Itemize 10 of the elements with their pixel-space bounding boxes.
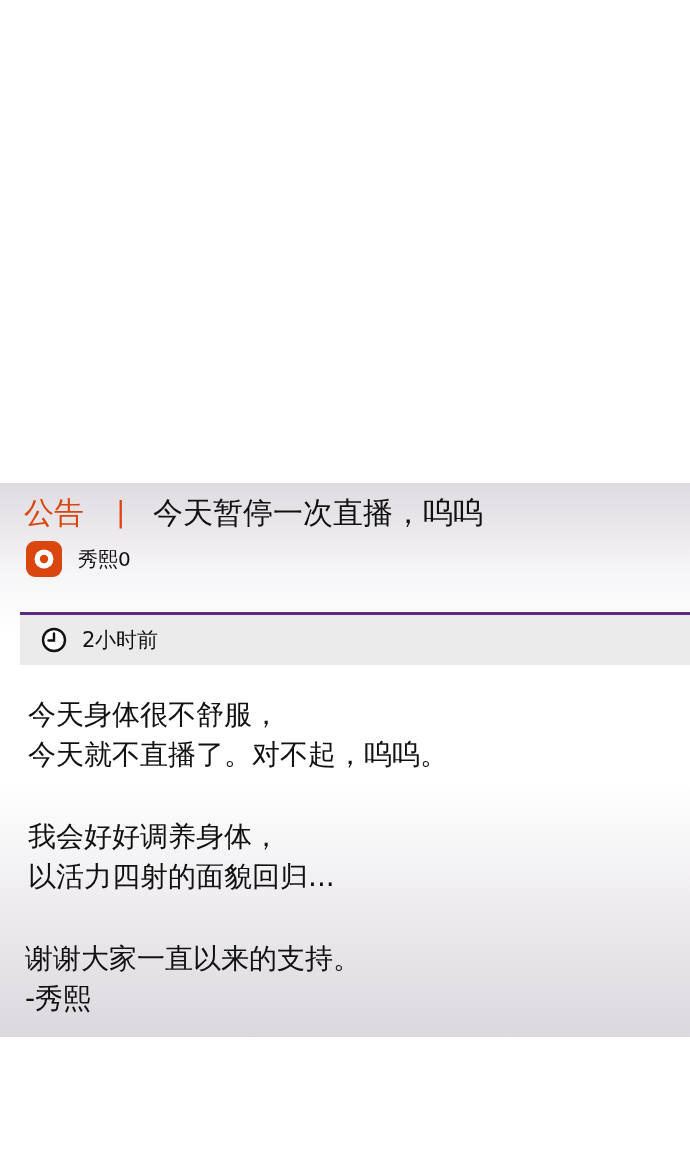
time-label: 2小时前 [82, 627, 159, 654]
clock-icon [41, 627, 67, 653]
logo-icon [26, 541, 62, 577]
author-name: 秀熙0 [78, 546, 131, 572]
body-paragraph: 今天身体很不舒服， 今天就不直播了。对不起，呜呜。 [28, 697, 448, 773]
notice-title: 今天暂停一次直播，呜呜 [153, 494, 484, 532]
tag-separator: | [116, 495, 126, 531]
notice-tag: 公告 [24, 494, 84, 532]
body-paragraph: 谢谢大家一直以来的支持。 -秀熙 [25, 941, 361, 1017]
body-paragraph: 我会好好调养身体， 以活力四射的面貌回归... [28, 819, 335, 895]
